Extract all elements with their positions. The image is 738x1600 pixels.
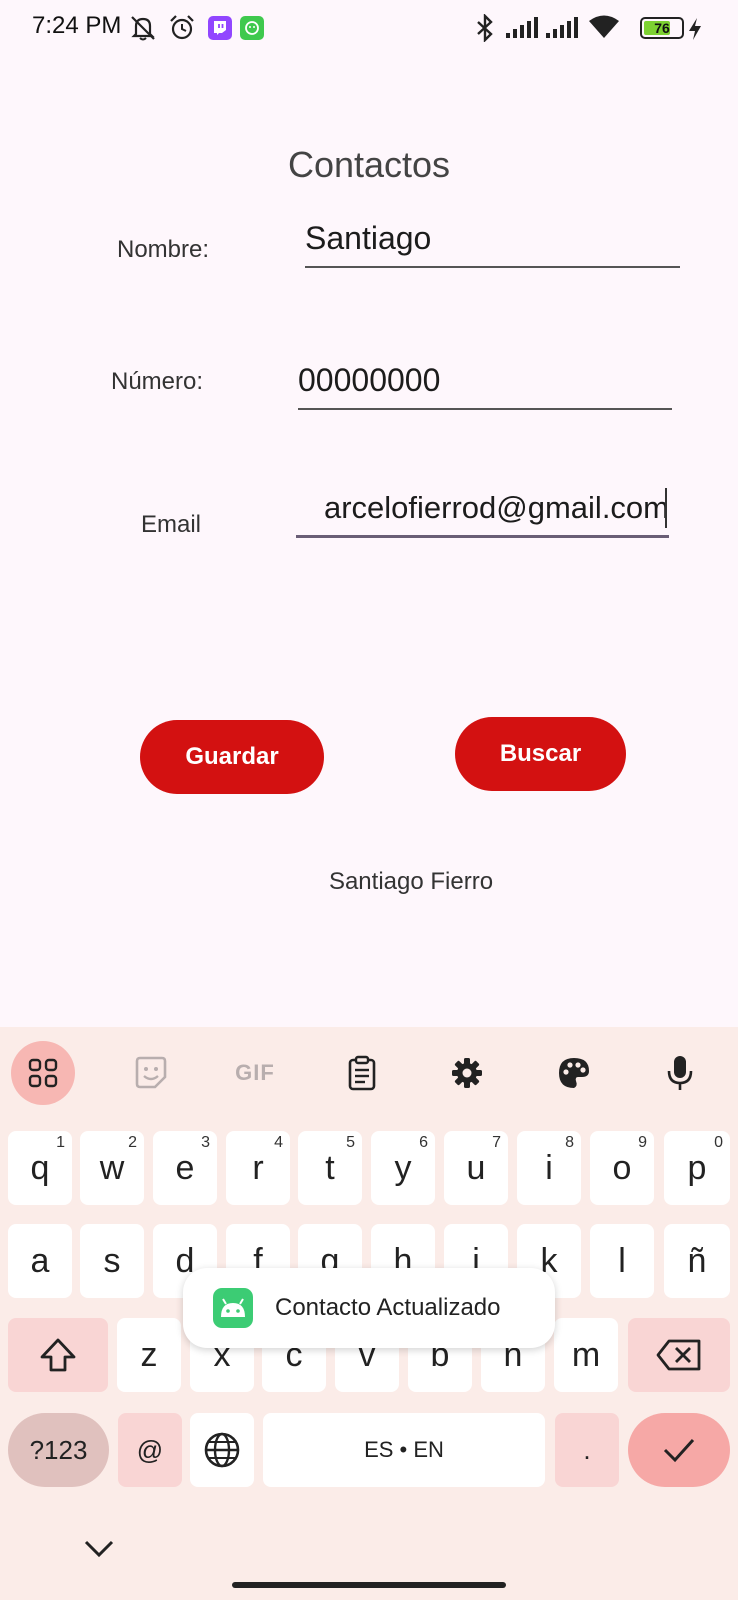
- key-s[interactable]: s: [80, 1224, 144, 1298]
- key-label: r: [252, 1148, 264, 1187]
- clipboard-icon[interactable]: [330, 1041, 394, 1105]
- toast-text: Contacto Actualizado: [275, 1294, 501, 1321]
- key-n-tilde[interactable]: ñ: [664, 1224, 730, 1298]
- backspace-key[interactable]: [628, 1318, 730, 1392]
- key-label: p: [687, 1148, 707, 1187]
- search-button[interactable]: Buscar: [455, 717, 626, 791]
- gif-button[interactable]: GIF: [223, 1041, 287, 1105]
- twitch-app-icon: [208, 16, 232, 40]
- key-w[interactable]: w2: [80, 1131, 144, 1205]
- keyboard-toolbar: GIF: [0, 1027, 738, 1127]
- key-label: i: [545, 1148, 553, 1187]
- globe-icon: [204, 1432, 240, 1468]
- key-label: u: [466, 1148, 486, 1187]
- key-hint: 0: [714, 1134, 723, 1151]
- language-key[interactable]: [190, 1413, 254, 1487]
- text-cursor: [665, 488, 667, 528]
- key-hint: 6: [419, 1134, 428, 1151]
- key-hint: 1: [56, 1134, 65, 1151]
- wifi-icon: [588, 14, 620, 45]
- key-label: w: [99, 1148, 125, 1187]
- at-key[interactable]: @: [118, 1413, 182, 1487]
- signal-icon: [546, 16, 580, 45]
- key-label: q: [30, 1148, 50, 1187]
- key-hint: 3: [201, 1134, 210, 1151]
- key-label: e: [175, 1148, 195, 1187]
- number-input[interactable]: [298, 352, 672, 408]
- email-input[interactable]: [296, 480, 669, 535]
- key-t[interactable]: t5: [298, 1131, 362, 1205]
- settings-gear-icon[interactable]: [435, 1041, 499, 1105]
- space-key[interactable]: ES • EN: [263, 1413, 545, 1487]
- whatsapp-sticker-app-icon: [240, 16, 264, 40]
- key-m[interactable]: m: [554, 1318, 618, 1392]
- backspace-icon: [656, 1339, 701, 1371]
- bluetooth-icon: [472, 13, 498, 47]
- home-gesture-bar[interactable]: [232, 1582, 506, 1588]
- key-hint: 5: [346, 1134, 355, 1151]
- key-a[interactable]: a: [8, 1224, 72, 1298]
- key-i[interactable]: i8: [517, 1131, 581, 1205]
- save-button[interactable]: Guardar: [140, 720, 324, 794]
- key-hint: 8: [565, 1134, 574, 1151]
- name-label: Nombre:: [117, 236, 210, 263]
- status-bar: 7:24 PM 76: [0, 0, 738, 56]
- signal-icon: [506, 16, 540, 45]
- checkmark-icon: [663, 1438, 695, 1463]
- charging-icon: [688, 18, 702, 45]
- battery-icon: 76: [640, 17, 684, 39]
- result-text: Santiago Fierro: [328, 868, 494, 895]
- key-e[interactable]: e3: [153, 1131, 217, 1205]
- enter-key[interactable]: [628, 1413, 730, 1487]
- apps-grid-icon[interactable]: [11, 1041, 75, 1105]
- key-hint: 7: [492, 1134, 501, 1151]
- toast-notification: Contacto Actualizado: [183, 1268, 555, 1348]
- key-hint: 4: [274, 1134, 283, 1151]
- shift-key[interactable]: [8, 1318, 108, 1392]
- battery-level: 76: [654, 20, 670, 36]
- key-hint: 9: [638, 1134, 647, 1151]
- period-key[interactable]: .: [555, 1413, 619, 1487]
- key-y[interactable]: y6: [371, 1131, 435, 1205]
- name-field[interactable]: [305, 210, 680, 268]
- mute-bell-icon: [128, 14, 158, 47]
- number-label: Número:: [111, 368, 204, 395]
- name-input[interactable]: [305, 210, 680, 266]
- android-icon: [213, 1288, 253, 1328]
- key-o[interactable]: o9: [590, 1131, 654, 1205]
- number-field[interactable]: [298, 352, 672, 410]
- status-time: 7:24 PM: [32, 12, 122, 39]
- sticker-icon[interactable]: [119, 1041, 183, 1105]
- email-field[interactable]: [296, 480, 669, 538]
- alarm-icon: [168, 14, 196, 47]
- palette-icon[interactable]: [542, 1041, 606, 1105]
- key-r[interactable]: r4: [226, 1131, 290, 1205]
- key-label: t: [325, 1148, 335, 1187]
- key-label: y: [394, 1148, 412, 1187]
- key-hint: 2: [128, 1134, 137, 1151]
- key-z[interactable]: z: [117, 1318, 181, 1392]
- shift-icon: [40, 1338, 76, 1372]
- keyboard-hide-chevron-icon[interactable]: [82, 1538, 116, 1565]
- gif-label: GIF: [235, 1060, 275, 1085]
- key-u[interactable]: u7: [444, 1131, 508, 1205]
- microphone-icon[interactable]: [648, 1041, 712, 1105]
- key-p[interactable]: p0: [664, 1131, 730, 1205]
- key-q[interactable]: q1: [8, 1131, 72, 1205]
- key-l[interactable]: l: [590, 1224, 654, 1298]
- email-label: Email: [141, 511, 202, 538]
- page-title: Contactos: [287, 144, 451, 185]
- symbols-key[interactable]: ?123: [8, 1413, 109, 1487]
- key-label: o: [612, 1148, 632, 1187]
